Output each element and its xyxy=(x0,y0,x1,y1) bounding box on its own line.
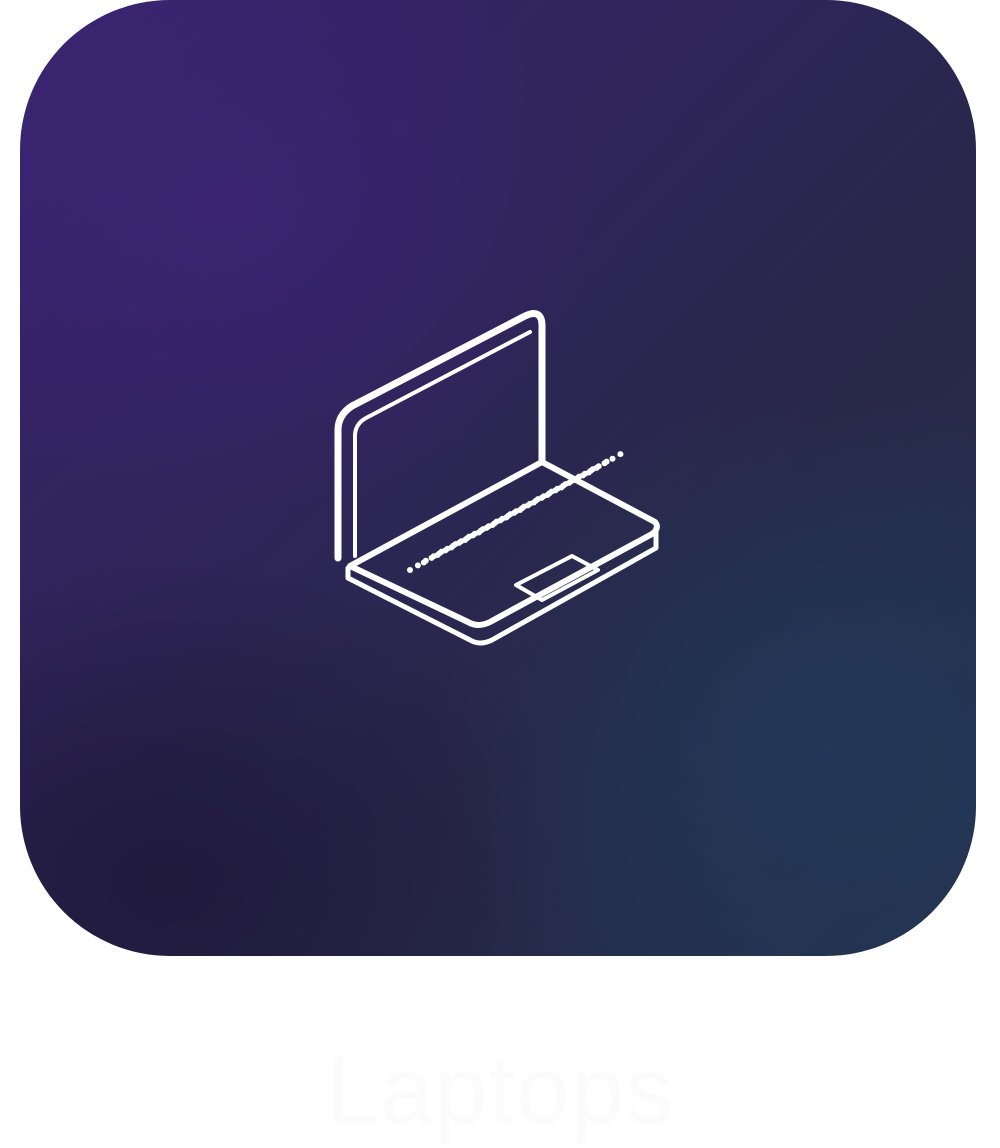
keyboard-key-dot xyxy=(609,455,616,462)
keyboard-key-dot xyxy=(554,485,561,492)
keyboard-key-dot xyxy=(595,463,602,470)
keyboard-key-dot xyxy=(562,481,569,488)
keyboard-key-dot xyxy=(589,466,596,473)
laptop-keyboard-dots xyxy=(407,451,624,573)
keyboard-key-dot xyxy=(471,530,478,537)
keyboard-key-dot xyxy=(422,557,429,564)
keyboard-key-dot xyxy=(603,458,610,465)
keyboard-key-dot xyxy=(513,508,520,515)
keyboard-key-dot xyxy=(452,541,459,548)
keyboard-key-dot xyxy=(458,538,465,545)
keyboard-key-dot xyxy=(521,503,528,510)
keyboard-key-dot xyxy=(485,523,492,530)
keyboard-key-dot xyxy=(407,567,413,573)
keyboard-key-dot xyxy=(617,451,624,458)
keyboard-key-dot xyxy=(414,562,421,569)
keyboard-key-dot xyxy=(499,515,506,522)
keyboard-key-dot xyxy=(444,545,451,552)
keyboard-key-dot xyxy=(507,511,514,518)
keyboard-key-dot xyxy=(430,553,437,560)
keyboard-key-dot xyxy=(466,533,473,540)
laptop-icon xyxy=(334,310,660,646)
keyboard-key-dot xyxy=(438,548,445,555)
keyboard-key-dot xyxy=(534,496,541,503)
keyboard-key-dot xyxy=(527,500,533,507)
keyboard-key-dot xyxy=(540,493,547,500)
keyboard-key-dot xyxy=(576,473,583,480)
keyboard-key-dot xyxy=(479,526,486,533)
app-label[interactable]: Laptops xyxy=(0,1036,1000,1146)
laptop-app-tile[interactable] xyxy=(20,0,976,956)
keyboard-key-dot xyxy=(548,488,555,495)
keyboard-key-dot xyxy=(493,518,500,525)
app-tile-container: Laptops xyxy=(0,0,1000,1148)
keyboard-key-dot xyxy=(568,478,575,485)
keyboard-key-dot xyxy=(582,470,588,477)
